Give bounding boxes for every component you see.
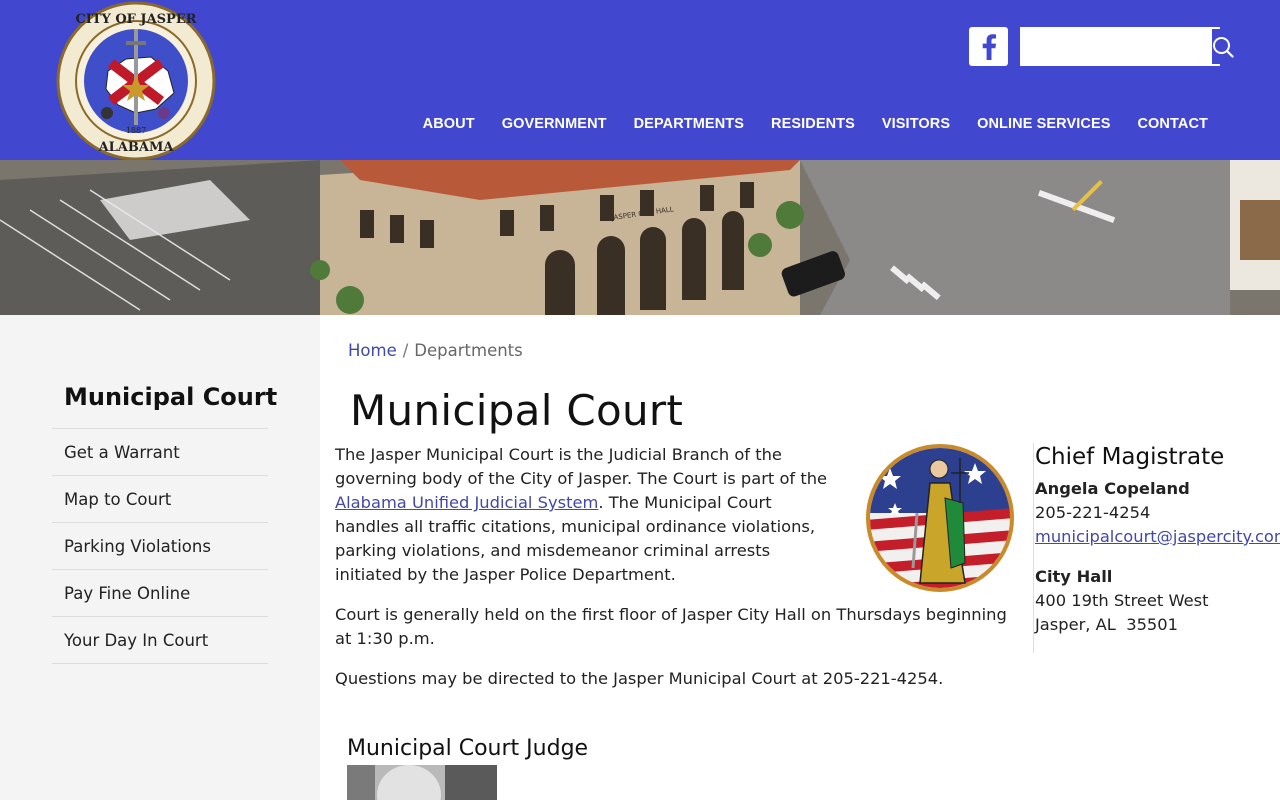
nav-visitors[interactable]: VISITORS	[882, 116, 950, 132]
sidebar-title: Municipal Court	[64, 383, 278, 411]
seal-year-text: 1887	[126, 126, 146, 135]
sidebar-item-map-to-court[interactable]: Map to Court	[52, 476, 268, 523]
nav-residents[interactable]: RESIDENTS	[771, 116, 855, 132]
sidebar-item-get-a-warrant[interactable]: Get a Warrant	[52, 429, 268, 476]
hero-banner-image: JASPER CITY HALL	[0, 160, 1280, 315]
nav-online-services[interactable]: ONLINE SERVICES	[977, 116, 1110, 132]
court-schedule-text: Court is generally held on the first flo…	[335, 605, 1007, 648]
nav-about[interactable]: ABOUT	[423, 116, 475, 132]
contact-place: City Hall	[1035, 567, 1113, 586]
contact-email-link[interactable]: municipalcourt@jaspercity.com	[1035, 527, 1280, 546]
seal-bottom-text: ALABAMA	[98, 140, 175, 155]
sidebar: Municipal Court Get a Warrant Map to Cou…	[0, 315, 320, 800]
main-content: The Jasper Municipal Court is the Judici…	[335, 443, 1015, 707]
nav-departments[interactable]: DEPARTMENTS	[634, 116, 744, 132]
contact-street: 400 19th Street West	[1035, 591, 1209, 610]
contact-phone: 205-221-4254	[1035, 503, 1151, 522]
search-icon	[1213, 36, 1234, 58]
search-form	[1020, 27, 1234, 66]
sidebar-item-pay-fine-online[interactable]: Pay Fine Online	[52, 570, 268, 617]
judge-heading: Municipal Court Judge	[347, 736, 589, 761]
alabama-unified-judicial-system-link[interactable]: Alabama Unified Judicial System	[335, 493, 598, 512]
contact-name: Angela Copeland	[1035, 479, 1190, 498]
nav-contact[interactable]: CONTACT	[1137, 116, 1208, 132]
intro-text-a: The Jasper Municipal Court is the Judici…	[335, 445, 828, 488]
judge-photo	[347, 765, 497, 800]
sidebar-menu: Get a Warrant Map to Court Parking Viola…	[52, 428, 268, 664]
breadcrumb-separator: /	[402, 341, 409, 360]
nav-government[interactable]: GOVERNMENT	[502, 116, 607, 132]
facebook-icon	[982, 33, 996, 60]
contact-panel: Chief Magistrate Angela Copeland 205-221…	[1033, 443, 1280, 653]
lady-justice-image	[866, 444, 1014, 592]
page-title: Municipal Court	[350, 386, 684, 435]
site-header: CITY OF JASPER ALABAMA 1887 ABOUT GOVERN…	[0, 0, 1280, 161]
breadcrumb-current: Departments	[414, 341, 523, 360]
breadcrumb: Home / Departments	[348, 341, 523, 360]
seal-top-text: CITY OF JASPER	[75, 12, 196, 27]
city-seal-logo[interactable]: CITY OF JASPER ALABAMA 1887	[56, 1, 216, 161]
search-input[interactable]	[1022, 29, 1212, 64]
search-button[interactable]	[1212, 29, 1234, 64]
sidebar-item-your-day-in-court[interactable]: Your Day In Court	[52, 617, 268, 664]
questions-text: Questions may be directed to the Jasper …	[335, 669, 944, 688]
main-nav: ABOUT GOVERNMENT DEPARTMENTS RESIDENTS V…	[396, 116, 1208, 132]
contact-city: Jasper, AL 35501	[1035, 615, 1179, 634]
breadcrumb-home[interactable]: Home	[348, 341, 397, 360]
contact-heading: Chief Magistrate	[1035, 444, 1225, 470]
sidebar-item-parking-violations[interactable]: Parking Violations	[52, 523, 268, 570]
facebook-button[interactable]	[969, 27, 1008, 66]
